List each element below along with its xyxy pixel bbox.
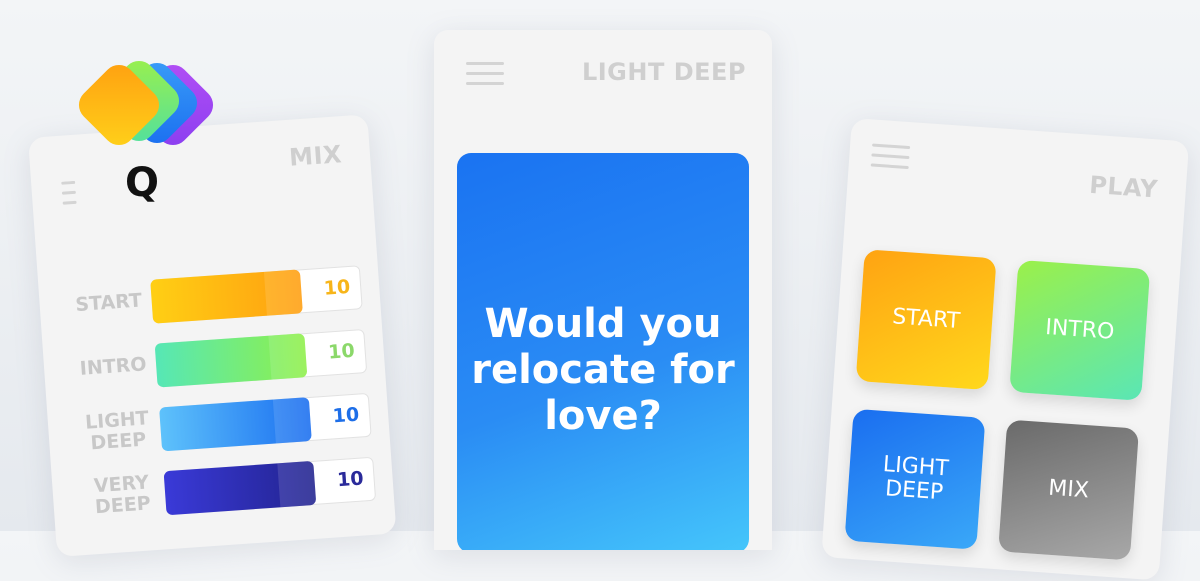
tile-label: START	[891, 304, 961, 334]
level-fill	[154, 333, 308, 388]
app-logo-icon	[68, 54, 220, 152]
category-tile-light-deep[interactable]: LIGHT DEEP	[844, 408, 986, 550]
level-fill	[159, 397, 312, 452]
tile-label: LIGHT DEEP	[882, 452, 950, 506]
level-value: 10	[336, 467, 365, 492]
menu-icon[interactable]	[466, 62, 504, 92]
menu-icon[interactable]	[870, 143, 911, 176]
level-slider[interactable]: 10	[159, 392, 372, 452]
level-label: INTRO	[79, 353, 148, 380]
screen-title: MIX	[288, 140, 343, 172]
question-card[interactable]: Would you relocate for love?	[457, 153, 749, 550]
screen-title: PLAY	[1088, 170, 1159, 204]
level-label: LIGHT DEEP	[84, 407, 150, 455]
menu-icon[interactable]	[61, 180, 77, 212]
tile-label: MIX	[1047, 475, 1090, 504]
screen-title: LIGHT DEEP	[581, 58, 746, 86]
level-slider[interactable]: 10	[154, 329, 368, 388]
category-tile-mix[interactable]: MIX	[998, 419, 1140, 561]
level-value: 10	[323, 275, 351, 300]
question-text: Would you relocate for love?	[471, 301, 735, 439]
question-screen: LIGHT DEEP Would you relocate for love?	[434, 30, 772, 550]
tile-label: INTRO	[1044, 315, 1116, 345]
level-fill	[150, 269, 303, 324]
level-label: START	[74, 289, 143, 317]
mix-screen: MIX START 10 INTRO 10 LIGHT DEEP 10 VERY…	[28, 114, 397, 557]
level-fill	[163, 460, 317, 516]
level-value: 10	[331, 403, 360, 428]
category-tile-intro[interactable]: INTRO	[1009, 259, 1151, 401]
level-slider[interactable]: 10	[163, 456, 377, 516]
level-label: VERY DEEP	[93, 471, 152, 519]
play-screen: PLAY START INTRO LIGHT DEEP MIX	[821, 118, 1190, 581]
category-tile-start[interactable]: START	[855, 249, 997, 391]
level-value: 10	[327, 339, 356, 364]
level-slider[interactable]: 10	[150, 265, 363, 324]
app-logo-letter: Q	[125, 160, 160, 206]
